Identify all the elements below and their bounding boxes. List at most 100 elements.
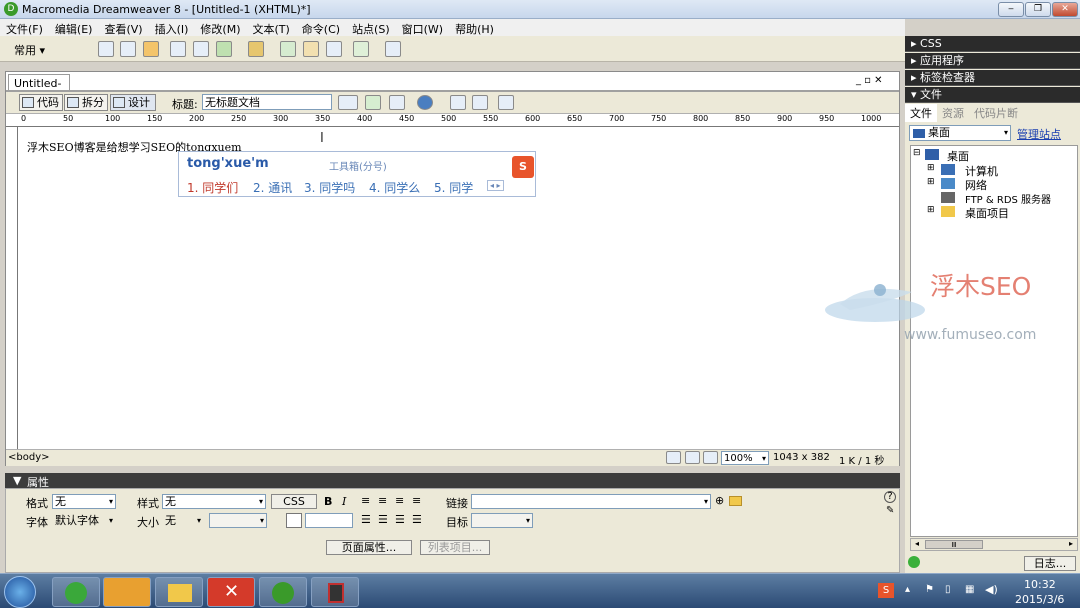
document-tab[interactable]: Untitled-1* (8, 74, 70, 103)
page-title-input[interactable] (202, 94, 332, 110)
file-management-icon[interactable] (365, 95, 381, 110)
menu-site[interactable]: 站点(S) (346, 19, 396, 37)
text-color-picker[interactable] (286, 513, 302, 528)
menu-help[interactable]: 帮助(H) (449, 19, 500, 37)
tag-selector[interactable]: <body> (8, 452, 50, 463)
outdent-icon[interactable]: ☰ (395, 513, 405, 526)
tree-expand-icon[interactable]: ⊞ (927, 163, 935, 173)
ime-toolbox-label[interactable]: 工具箱(分号) (329, 158, 387, 173)
validate-markup-icon[interactable] (338, 95, 358, 110)
hyperlink-icon[interactable] (98, 41, 114, 57)
menu-commands[interactable]: 命令(C) (296, 19, 346, 37)
tree-expand-icon[interactable]: ⊞ (927, 177, 935, 187)
file-tree-scrollbar[interactable]: ◂ Ⅲ ▸ (910, 538, 1078, 551)
menu-view[interactable]: 查看(V) (98, 19, 148, 37)
files-panel-header[interactable]: ▾ 文件 (905, 87, 1080, 103)
image-icon[interactable] (216, 41, 232, 57)
browser-check-icon[interactable] (389, 95, 405, 110)
restore-button[interactable]: ❐ (1025, 2, 1051, 17)
menu-file[interactable]: 文件(F) (0, 19, 49, 37)
media-icon[interactable] (248, 41, 264, 57)
tag-chooser-icon[interactable] (385, 41, 401, 57)
link-input[interactable]: ▾ (471, 494, 711, 509)
ime-candidate-3[interactable]: 3. 同学吗 (304, 179, 355, 196)
italic-icon[interactable]: I (342, 495, 346, 508)
zoom-dropdown[interactable]: 100% ▾ (721, 451, 769, 465)
properties-panel-header[interactable]: ▼ 属性 (5, 473, 900, 489)
css-button[interactable]: CSS (271, 494, 317, 509)
size-select[interactable]: 无 ▾ (162, 513, 204, 528)
ie-taskbar-icon[interactable] (52, 577, 100, 607)
quick-tag-editor-icon[interactable]: ✎ (886, 505, 894, 516)
power-icon[interactable]: ▯ (945, 584, 951, 595)
dreamweaver-app-icon[interactable]: D (4, 2, 18, 16)
menu-insert[interactable]: 插入(I) (149, 19, 195, 37)
unordered-list-icon[interactable]: ☰ (361, 513, 371, 526)
visual-aids-icon[interactable] (498, 95, 514, 110)
server-side-include-icon[interactable] (303, 41, 319, 57)
tab-files[interactable]: 文件 (905, 104, 937, 122)
target-select[interactable]: ▾ (471, 513, 533, 528)
tree-collapse-icon[interactable]: ⊟ (913, 148, 921, 158)
menu-window[interactable]: 窗口(W) (396, 19, 449, 37)
hand-tool-icon[interactable] (685, 451, 700, 464)
ime-candidate-1[interactable]: 1. 同学们 (187, 179, 238, 196)
comment-icon[interactable] (326, 41, 342, 57)
split-view-button[interactable]: 拆分 (64, 94, 108, 111)
email-link-icon[interactable] (120, 41, 136, 57)
recorder-taskbar-icon[interactable] (311, 577, 359, 607)
ime-candidate-2[interactable]: 2. 通讯 (253, 179, 292, 196)
scroll-right-icon[interactable]: ▸ (1069, 539, 1073, 548)
format-select[interactable]: 无 ▾ (52, 494, 116, 509)
css-panel-header[interactable]: ▸ CSS (905, 36, 1080, 52)
tree-item-desktop[interactable]: 桌面 (947, 148, 969, 164)
ordered-list-icon[interactable]: ☰ (378, 513, 388, 526)
named-anchor-icon[interactable] (143, 41, 159, 57)
ime-page-arrows-icon[interactable]: ◂ ▸ (487, 180, 504, 191)
tray-expand-icon[interactable]: ▴ (905, 584, 910, 595)
size-unit-select[interactable]: ▾ (209, 513, 267, 528)
align-right-icon[interactable]: ≡ (395, 494, 404, 507)
align-center-icon[interactable]: ≡ (378, 494, 387, 507)
table-icon[interactable] (170, 41, 186, 57)
select-tool-icon[interactable] (666, 451, 681, 464)
minimize-button[interactable]: ‒ (998, 2, 1024, 17)
tag-inspector-panel-header[interactable]: ▸ 标签检查器 (905, 70, 1080, 86)
text-color-input[interactable] (305, 513, 353, 528)
tree-item-desktop-items[interactable]: 桌面项目 (965, 205, 1009, 221)
templates-icon[interactable] (353, 41, 369, 57)
style-select[interactable]: 无 ▾ (162, 494, 266, 509)
refresh-design-view-icon[interactable] (450, 95, 466, 110)
application-panel-header[interactable]: ▸ 应用程序 (905, 53, 1080, 69)
font-select[interactable]: 默认字体 ▾ (52, 513, 116, 528)
bold-icon[interactable]: B (324, 495, 332, 508)
code-view-button[interactable]: 代码 (19, 94, 63, 111)
justify-icon[interactable]: ≡ (412, 494, 421, 507)
preview-in-browser-icon[interactable] (417, 95, 433, 110)
scroll-thumb[interactable]: Ⅲ (925, 540, 983, 549)
menu-modify[interactable]: 修改(M) (194, 19, 246, 37)
view-options-icon[interactable] (472, 95, 488, 110)
page-properties-button[interactable]: 页面属性... (326, 540, 412, 555)
point-to-file-icon[interactable]: ⊕ (715, 494, 724, 507)
tab-assets[interactable]: 资源 (937, 104, 969, 122)
list-item-button[interactable]: 列表项目... (420, 540, 490, 555)
tab-snippets[interactable]: 代码片断 (969, 104, 1023, 122)
menu-text[interactable]: 文本(T) (246, 19, 295, 37)
manage-sites-link[interactable]: 管理站点 (1017, 126, 1061, 142)
log-button[interactable]: 日志... (1024, 556, 1076, 571)
explorer-taskbar-icon[interactable] (155, 577, 203, 607)
zoom-tool-icon[interactable] (703, 451, 718, 464)
layer-icon[interactable] (193, 41, 209, 57)
action-center-icon[interactable]: ⚑ (925, 584, 934, 595)
ime-candidate-4[interactable]: 4. 同学么 (369, 179, 420, 196)
start-button[interactable] (4, 576, 36, 608)
clock-time[interactable]: 10:32 (1024, 578, 1056, 591)
design-view-button[interactable]: 设计 (110, 94, 156, 111)
network-tray-icon[interactable]: ▦ (965, 584, 974, 595)
chart-app-taskbar-icon[interactable] (103, 577, 151, 607)
doc-window-controls[interactable]: _ ▫ ✕ (856, 75, 883, 86)
clock-date[interactable]: 2015/3/6 (1015, 593, 1064, 606)
close-button[interactable]: ✕ (1052, 2, 1078, 17)
volume-icon[interactable]: ◀) (985, 583, 998, 596)
